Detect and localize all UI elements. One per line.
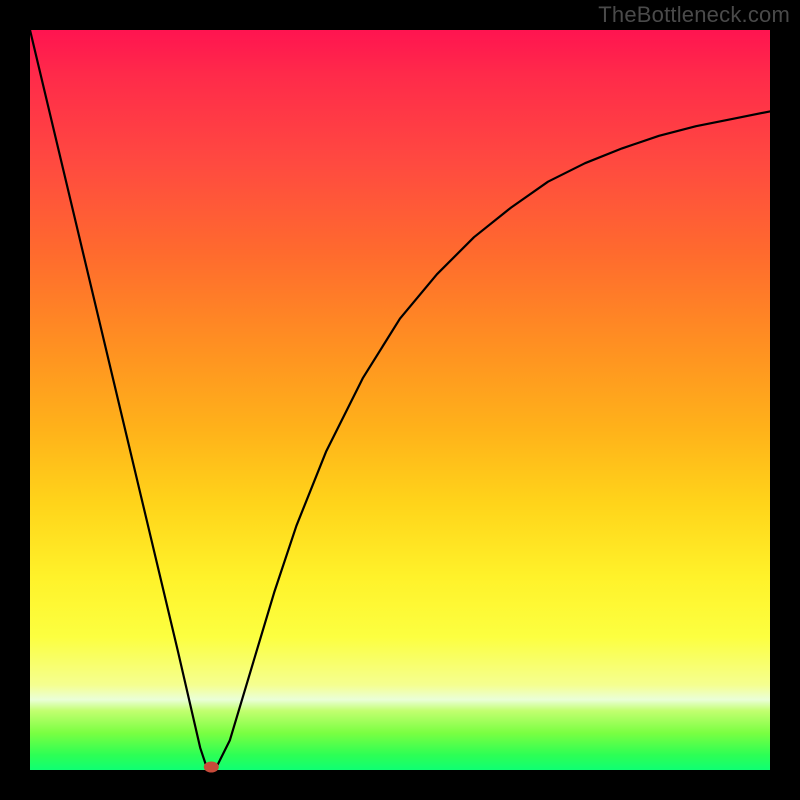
bottleneck-curve xyxy=(30,30,770,770)
plot-area xyxy=(30,30,770,770)
chart-frame: TheBottleneck.com xyxy=(0,0,800,800)
watermark-text: TheBottleneck.com xyxy=(598,2,790,28)
curve-minimum-marker xyxy=(204,762,218,772)
curve-path xyxy=(30,30,770,770)
